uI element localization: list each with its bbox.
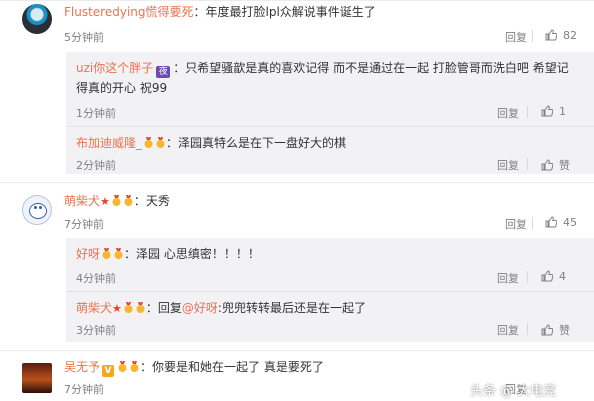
divider: [532, 217, 533, 229]
like-count: 赞: [559, 324, 570, 337]
username-link[interactable]: Flusteredying慌得要死: [64, 5, 194, 19]
watermark: 头条 @ 大电竞: [470, 384, 557, 399]
reply-divider: [66, 291, 594, 292]
like-count: 赞: [559, 159, 570, 172]
avatar-face: [29, 203, 47, 219]
like-button[interactable]: 1: [541, 105, 566, 118]
avatar[interactable]: [22, 195, 52, 225]
comment-text: ：你要是和她在一起了 真是要死了: [140, 360, 324, 374]
star-icon: ★: [100, 195, 110, 208]
username-link[interactable]: 萌柴犬: [76, 301, 112, 315]
medal-icon: [124, 195, 133, 206]
comment-text: ：泽园真特么是在下一盘好大的棋: [166, 136, 347, 150]
reply-button[interactable]: 回复: [497, 270, 519, 286]
divider: [527, 158, 528, 170]
username-link[interactable]: uzi你这个胖子: [76, 61, 153, 75]
medal-icon: [112, 195, 121, 206]
comment-text: ：泽园 心思缜密！！！！: [124, 247, 260, 261]
thumbs-up-icon: [541, 270, 553, 282]
timestamp: 3分钟前: [76, 324, 116, 337]
comment-divider: [0, 182, 594, 183]
username-link[interactable]: 布加迪威隆_: [76, 136, 142, 150]
reply-button[interactable]: 回复: [505, 29, 527, 45]
reply-button[interactable]: 回复: [505, 216, 527, 232]
medal-icon: [118, 361, 127, 372]
comment-divider: [0, 350, 594, 351]
like-count: 4: [559, 270, 566, 283]
reply-button[interactable]: 回复: [497, 105, 519, 121]
avatar-eye: [39, 206, 42, 209]
comment-body: 吴无予 V ：你要是和她在一起了 真是要死了: [64, 359, 324, 377]
timestamp: 4分钟前: [76, 272, 116, 285]
reply-divider: [66, 126, 594, 127]
medal-icon: [136, 302, 145, 313]
timestamp: 7分钟前: [64, 383, 104, 396]
comment-body: Flusteredying慌得要死：年度最打脸lpl众解说事件诞生了: [64, 4, 376, 20]
like-button[interactable]: 82: [545, 29, 577, 42]
comment-body: uzi你这个胖子夜：只希望骚歆是真的喜欢记得 而不是通过在一起 打脸管哥而洗白吧…: [76, 60, 569, 78]
comment-body: 萌柴犬★ ：天秀: [64, 193, 170, 210]
like-count: 82: [563, 29, 577, 42]
divider: [532, 30, 533, 42]
vip-badge: V: [102, 365, 115, 377]
thumbs-up-icon: [541, 324, 553, 336]
mention-link[interactable]: @好呀: [182, 301, 218, 315]
comment-body: 萌柴犬★ ：回复@好呀:兜兜转转最后还是在一起了: [76, 300, 366, 317]
username-link[interactable]: 吴无予: [64, 360, 100, 374]
thumbs-up-icon: [545, 216, 557, 228]
comment-text: ：只希望骚歆是真的喜欢记得 而不是通过在一起 打脸管哥而洗白吧 希望记: [173, 61, 569, 75]
medal-icon: [102, 248, 111, 259]
like-button[interactable]: 赞: [541, 157, 570, 173]
comment-body-continued: 得真的开心 祝99: [76, 80, 167, 96]
thumbs-up-icon: [541, 159, 553, 171]
night-badge: 夜: [156, 66, 171, 78]
username-link[interactable]: 好呀: [76, 247, 100, 261]
comment-text: 得真的开心 祝99: [76, 81, 168, 95]
like-button[interactable]: 45: [545, 216, 577, 229]
comment-text: ：天秀: [133, 194, 170, 208]
reply-button[interactable]: 回复: [497, 157, 519, 173]
avatar-eye: [34, 206, 37, 209]
thumbs-up-icon: [541, 105, 553, 117]
like-count: 1: [559, 105, 566, 118]
comment-text: :兜兜转转最后还是在一起了: [217, 301, 366, 315]
timestamp: 1分钟前: [76, 107, 116, 120]
comment-body: 布加迪威隆_ ：泽园真特么是在下一盘好大的棋: [76, 135, 346, 151]
comment-body: 好呀 ：泽园 心思缜密！！！！: [76, 246, 260, 262]
like-count: 45: [563, 216, 577, 229]
timestamp: 5分钟前: [64, 31, 104, 44]
reply-prefix: ：回复: [145, 301, 182, 315]
avatar[interactable]: [22, 4, 52, 34]
timestamp: 2分钟前: [76, 159, 116, 172]
divider: [527, 106, 528, 118]
avatar[interactable]: [22, 363, 52, 393]
comment-thread: Flusteredying慌得要死：年度最打脸lpl众解说事件诞生了 5分钟前 …: [0, 0, 594, 401]
like-button[interactable]: 4: [541, 270, 566, 283]
divider: [527, 323, 528, 335]
medal-icon: [114, 248, 123, 259]
comment-text: ：年度最打脸lpl众解说事件诞生了: [193, 5, 376, 19]
medal-icon: [130, 361, 139, 372]
medal-icon: [156, 137, 165, 148]
reply-button[interactable]: 回复: [497, 322, 519, 338]
timestamp: 7分钟前: [64, 218, 104, 231]
star-icon: ★: [112, 302, 122, 315]
thumbs-up-icon: [545, 29, 557, 41]
like-button[interactable]: 赞: [541, 322, 570, 338]
medal-icon: [144, 137, 153, 148]
username-link[interactable]: 萌柴犬: [64, 194, 100, 208]
top-divider: [0, 0, 594, 1]
medal-icon: [124, 302, 133, 313]
divider: [527, 271, 528, 283]
